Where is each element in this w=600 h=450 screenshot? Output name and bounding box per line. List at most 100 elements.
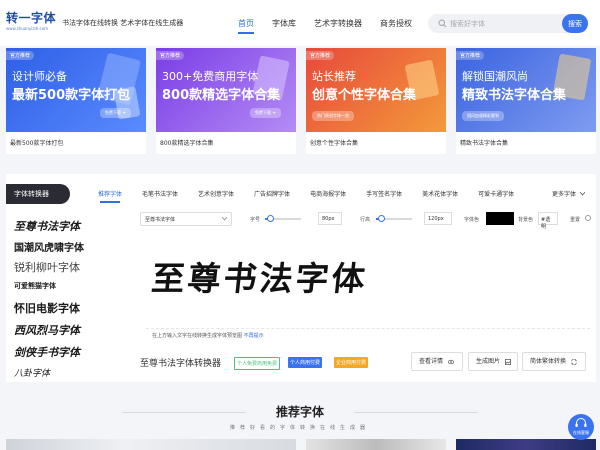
style-item[interactable]: 怀旧电影字体: [14, 300, 80, 316]
style-item[interactable]: 西风烈马字体: [14, 322, 80, 338]
simplified-traditional-button[interactable]: 简体繁体转换: [522, 352, 586, 371]
font-select[interactable]: 至尊书法字体: [140, 212, 232, 226]
line-height-label: 行高: [360, 217, 371, 223]
background-color-label: 背景色: [518, 217, 534, 223]
slider-handle[interactable]: [266, 215, 274, 222]
banner-card[interactable]: 官方推荐 设计师必备 最新500款字体打包 免费下载 ➔ 最新500款字体打包: [6, 48, 146, 154]
banner-title: 最新500款字体打包: [12, 88, 131, 103]
eye-icon: [447, 359, 454, 364]
banner-tag: 官方推荐: [456, 51, 485, 60]
online-support-label: 在线客服: [573, 430, 589, 435]
banner-headline: 站长推荐: [312, 70, 356, 83]
recommended-section-subtitle: 推荐好看的字体转换在线生成器: [229, 425, 370, 431]
license-badge-enterprise-paid: 企业商用付费: [334, 357, 369, 368]
dismiss-hint-link[interactable]: 不再提示: [244, 333, 264, 339]
style-item[interactable]: 至尊书法字体: [14, 218, 80, 234]
main-nav: 首页 字体库 艺术字转换器 商务授权: [238, 18, 430, 38]
slider-handle[interactable]: [377, 215, 385, 222]
style-item[interactable]: 剑侠手书字体: [14, 344, 80, 360]
banner-image[interactable]: 官方推荐 解锁国潮风尚 精致书法字体合集 国风加速精彩题到: [456, 48, 596, 132]
banner-card[interactable]: 官方推荐 站长推荐 创意个性字体合集 热门原创字体一览 创意个性字体合集: [306, 48, 446, 154]
image-icon: [505, 358, 511, 365]
banner-headline: 设计师必备: [12, 70, 67, 83]
tab-art-creative[interactable]: 艺术创意字体: [198, 189, 234, 198]
banner-caption[interactable]: 精致书法字体合集: [460, 138, 508, 147]
line-height-input[interactable]: 120px: [424, 212, 452, 225]
view-details-label: 查看详情: [419, 358, 444, 365]
online-support-button[interactable]: 在线客服: [568, 414, 594, 440]
style-item[interactable]: 国潮风虎啸字体: [14, 239, 84, 254]
banner-headline: 解锁国潮风尚: [462, 70, 528, 83]
banner-card[interactable]: 官方推荐 解锁国潮风尚 精致书法字体合集 国风加速精彩题到 精致书法字体合集: [456, 48, 596, 154]
banner-cta-button[interactable]: 国风加速精彩题到: [462, 111, 504, 121]
more-fonts-dropdown[interactable]: 更多字体: [552, 189, 586, 198]
background-color-input[interactable]: #透明: [538, 212, 558, 230]
simplified-traditional-label: 简体繁体转换: [530, 358, 567, 365]
recommended-font-thumbnail[interactable]: [6, 439, 296, 450]
promo-banners: 官方推荐 设计师必备 最新500款字体打包 免费下载 ➔ 最新500款字体打包 …: [6, 48, 596, 154]
nav-business-license[interactable]: 商务授权: [380, 18, 412, 38]
banner-title: 创意个性字体合集: [312, 88, 417, 103]
reset-icon[interactable]: [585, 215, 591, 221]
style-item[interactable]: 八卦字体: [14, 366, 50, 379]
text-color-swatch[interactable]: [486, 212, 514, 225]
license-badge-personal-free: 个人免费商用免费: [234, 357, 281, 370]
banner-tag: 官方推荐: [6, 51, 35, 60]
font-preview-text: 至尊书法字体: [149, 259, 370, 298]
tab-art-floral[interactable]: 美术花体字体: [422, 189, 458, 198]
banner-caption[interactable]: 创意个性字体合集: [310, 138, 358, 147]
site-slogan: 书法字体在线转换 艺术字体在线生成器: [62, 19, 184, 27]
banner-caption[interactable]: 800款精选字体合集: [160, 138, 213, 147]
tab-brush-calligraphy[interactable]: 毛笔书法字体: [142, 189, 178, 198]
banner-download-button[interactable]: 免费下载 ➔: [250, 108, 281, 118]
banner-image[interactable]: 官方推荐 站长推荐 创意个性字体合集 热门原创字体一览: [306, 48, 446, 132]
banner-cta-button[interactable]: 热门原创字体一览: [312, 111, 354, 121]
style-item[interactable]: 可爱熊猫字体: [14, 281, 56, 291]
search-icon: [438, 19, 447, 28]
input-hint: 在上方输入文字在线转换生成字体预览图 不再提示: [152, 332, 264, 339]
license-badge-personal-paid: 个人商用付费: [288, 357, 323, 368]
nav-home[interactable]: 首页: [238, 18, 254, 38]
recommended-font-thumbnail[interactable]: [456, 439, 596, 450]
banner-headline: 300+免费商用字体: [162, 70, 259, 83]
banner-image[interactable]: 官方推荐 300+免费商用字体 800款精选字体合集 免费下载 ➔: [156, 48, 296, 132]
chevron-down-icon: [579, 191, 586, 196]
generate-image-label: 生成图片: [476, 358, 501, 365]
font-size-slider[interactable]: [265, 215, 301, 222]
converter-controls: 至尊书法字体 字号 80px 行高 120px 字体色 背景色 #透明 重置: [140, 212, 592, 232]
font-size-input[interactable]: 80px: [318, 212, 342, 225]
swap-icon: [571, 358, 577, 365]
tab-ecommerce-poster[interactable]: 电商海报字体: [310, 189, 346, 198]
headset-icon: [575, 418, 587, 427]
search-button[interactable]: 搜索: [562, 14, 588, 33]
banner-caption[interactable]: 最新500款字体打包: [10, 138, 63, 147]
chevron-down-icon: [222, 217, 227, 221]
tab-ad-signboard[interactable]: 广告招牌字体: [254, 189, 290, 198]
generate-image-button[interactable]: 生成图片: [468, 352, 518, 371]
recommended-font-thumbnail[interactable]: [306, 439, 446, 450]
tab-handwritten-signature[interactable]: 手写签名字体: [366, 189, 402, 198]
font-size-label: 字号: [250, 217, 261, 223]
banner-tag: 官方推荐: [306, 51, 335, 60]
font-converter-panel: 字体转换器 推荐字体 毛笔书法字体 艺术创意字体 广告招牌字体 电商海报字体 手…: [6, 174, 596, 382]
tab-recommended[interactable]: 推荐字体: [98, 189, 122, 203]
banner-image[interactable]: 官方推荐 设计师必备 最新500款字体打包 免费下载 ➔: [6, 48, 146, 132]
search-input[interactable]: [450, 14, 536, 33]
view-details-button[interactable]: 查看详情: [411, 352, 463, 371]
font-category-tabs: 推荐字体 毛笔书法字体 艺术创意字体 广告招牌字体 电商海报字体 手写签名字体 …: [98, 189, 514, 203]
nav-font-library[interactable]: 字体库: [272, 18, 296, 38]
tab-cute-cartoon[interactable]: 可爱卡通字体: [478, 189, 514, 198]
nav-art-converter[interactable]: 艺术字转换器: [314, 18, 362, 38]
logo-text: 转一字体: [6, 11, 57, 25]
search-box: 搜索: [428, 14, 588, 33]
converter-name: 至尊书法字体转换器: [140, 359, 222, 369]
reset-label[interactable]: 重置: [570, 216, 580, 223]
logo[interactable]: 转一字体 www.zhuanyiziti.com: [6, 11, 58, 37]
banner-download-button[interactable]: 免费下载 ➔: [100, 108, 131, 118]
banner-title: 精致书法字体合集: [462, 88, 567, 103]
banner-card[interactable]: 官方推荐 300+免费商用字体 800款精选字体合集 免费下载 ➔ 800款精选…: [156, 48, 296, 154]
input-hint-text: 在上方输入文字在线转换生成字体预览图: [152, 333, 243, 339]
input-hint-bar: 在上方输入文字在线转换生成字体预览图 不再提示: [146, 328, 590, 342]
line-height-slider[interactable]: [376, 215, 412, 222]
style-item[interactable]: 锐利柳叶字体: [14, 259, 80, 275]
